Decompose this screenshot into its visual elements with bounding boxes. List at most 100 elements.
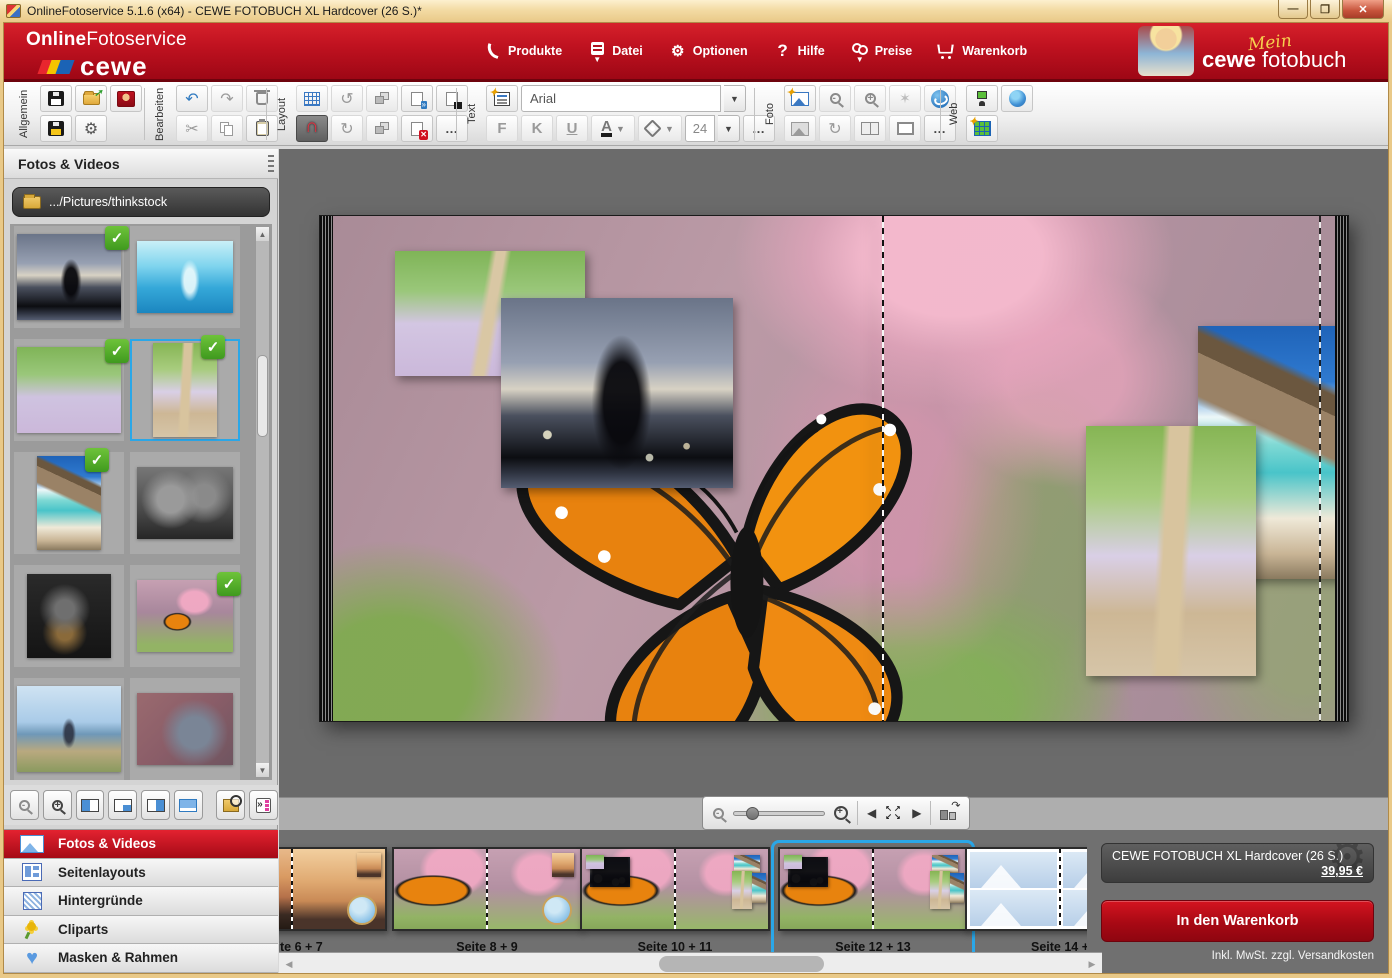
- italic-button[interactable]: K: [521, 115, 553, 142]
- rotate-right-button[interactable]: ↻: [331, 115, 363, 142]
- sidebar-item-seitenlayouts[interactable]: Seitenlayouts: [4, 859, 278, 888]
- open-button[interactable]: ➚: [75, 85, 107, 112]
- view-mode-3-button[interactable]: [141, 790, 170, 820]
- sort-pages-button[interactable]: [940, 806, 958, 821]
- paste-button[interactable]: [246, 115, 278, 142]
- zoom-slider-thumb[interactable]: [746, 807, 759, 820]
- magnet-snap-button[interactable]: ∩: [296, 115, 328, 142]
- scroll-down-arrow[interactable]: ▼: [256, 763, 269, 777]
- slideshow-button[interactable]: [966, 85, 998, 112]
- photo-effects-button[interactable]: [784, 115, 816, 142]
- sidebar-item-hintergr-nde[interactable]: Hintergründe: [4, 887, 278, 916]
- font-family-select[interactable]: Arial: [521, 85, 721, 112]
- page-thumb-seite-8-9[interactable]: Seite 8 + 9: [392, 847, 582, 954]
- previous-page-button[interactable]: ◀: [867, 806, 876, 820]
- photo-thumbnail-woman-on-beach[interactable]: [14, 678, 124, 780]
- menu-item-warenkorb[interactable]: Warenkorb: [938, 43, 1027, 59]
- scroll-right-arrow[interactable]: ▶: [1084, 957, 1100, 972]
- menu-item-produkte[interactable]: Produkte: [484, 43, 562, 59]
- photo-enhance-button[interactable]: ✶: [889, 85, 921, 112]
- hscrollbar-thumb[interactable]: [659, 956, 824, 972]
- layout-more-button[interactable]: …: [436, 115, 468, 142]
- photo-frame-button[interactable]: [889, 115, 921, 142]
- delete-page-button[interactable]: [401, 115, 433, 142]
- account-button[interactable]: [110, 85, 142, 112]
- photo-thumbnail-couple-at-night[interactable]: ✓: [14, 226, 124, 328]
- grid-button[interactable]: [296, 85, 328, 112]
- delete-button[interactable]: [246, 85, 278, 112]
- photo-thumbnail-bottle-in-sea[interactable]: [130, 226, 240, 328]
- inset-photo-forest-path[interactable]: [1086, 426, 1256, 676]
- underline-button[interactable]: U: [556, 115, 588, 142]
- menu-item-optionen[interactable]: ⚙Optionen: [669, 43, 748, 59]
- undo-button[interactable]: ↶: [176, 85, 208, 112]
- book-spread[interactable]: [320, 216, 1348, 721]
- add-map-button[interactable]: ✦: [966, 115, 998, 142]
- photo-compare-button[interactable]: [854, 115, 886, 142]
- inset-photo-couple[interactable]: [501, 298, 733, 488]
- photo-thumbnail-butterfly-on-flowers[interactable]: ✓: [130, 565, 240, 667]
- next-page-button[interactable]: ▶: [912, 806, 921, 820]
- zoom-in-icon[interactable]: +: [834, 806, 848, 820]
- page-thumb-seite-6-7[interactable]: Seite 6 + 7: [279, 847, 387, 954]
- fill-color-button[interactable]: ▼: [638, 115, 682, 142]
- cut-button[interactable]: ✂: [176, 115, 208, 142]
- web-globe-button[interactable]: [1001, 85, 1033, 112]
- font-size-select[interactable]: 24: [685, 115, 715, 142]
- copy-button[interactable]: [211, 115, 243, 142]
- menu-item-preise[interactable]: ▼Preise: [851, 41, 913, 62]
- photo-thumbnail-fuzzy-animals[interactable]: [130, 678, 240, 780]
- bold-button[interactable]: F: [486, 115, 518, 142]
- import-photos-button[interactable]: [249, 790, 278, 820]
- view-mode-1-button[interactable]: [76, 790, 105, 820]
- search-folder-button[interactable]: [216, 790, 245, 820]
- product-price-link[interactable]: 39,95 €: [1321, 864, 1363, 878]
- font-color-button[interactable]: A▼: [591, 115, 635, 142]
- photo-thumbnail-cat-upside-down[interactable]: [130, 452, 240, 554]
- zoom-slider[interactable]: [733, 811, 825, 816]
- photo-zoom-out-button[interactable]: -: [819, 85, 851, 112]
- save-as-button[interactable]: [40, 115, 72, 142]
- add-to-cart-button[interactable]: In den Warenkorb: [1101, 900, 1374, 942]
- sidebar-scrollbar[interactable]: ▲ ▼: [255, 226, 270, 778]
- redo-button[interactable]: ↷: [211, 85, 243, 112]
- scroll-left-arrow[interactable]: ◀: [281, 957, 297, 972]
- fit-to-window-button[interactable]: ↖↗↙↘: [885, 805, 903, 821]
- photo-thumbnail-forest-path[interactable]: ✓: [130, 339, 240, 441]
- menu-item-datei[interactable]: ▼Datei: [588, 41, 643, 62]
- rotate-left-button[interactable]: ↺: [331, 85, 363, 112]
- view-mode-all-button[interactable]: [174, 790, 203, 820]
- sidebar-item-cliparts[interactable]: Cliparts: [4, 916, 278, 945]
- maximize-button[interactable]: ❐: [1310, 0, 1340, 19]
- folder-path-button[interactable]: .../Pictures/thinkstock: [12, 187, 270, 217]
- photo-thumbnail-beach-driftwood[interactable]: ✓: [14, 452, 124, 554]
- photo-thumbnail-meadow-path[interactable]: ✓: [14, 339, 124, 441]
- font-size-dropdown[interactable]: ▼: [718, 115, 740, 142]
- spread-background-photo[interactable]: [333, 216, 1335, 721]
- save-button[interactable]: [40, 85, 72, 112]
- photo-zoom-in-button[interactable]: +: [854, 85, 886, 112]
- view-mode-2-button[interactable]: [108, 790, 137, 820]
- sidebar-item-masken-rahmen[interactable]: ♥Masken & Rahmen: [4, 944, 278, 973]
- zoom-out-icon[interactable]: -: [713, 808, 724, 819]
- close-button[interactable]: ✕: [1342, 0, 1384, 19]
- settings-button[interactable]: ⚙: [75, 115, 107, 142]
- page-thumb-seite-10-11[interactable]: Seite 10 + 11: [580, 847, 770, 954]
- panel-grip[interactable]: [268, 155, 274, 175]
- page-thumb-seite-12-13[interactable]: Seite 12 + 13: [778, 847, 968, 954]
- save-page-button[interactable]: [436, 85, 468, 112]
- thumbs-zoom-in-button[interactable]: +: [43, 790, 72, 820]
- horizontal-scrollbar[interactable]: ◀ ▶: [279, 952, 1102, 974]
- photo-thumbnail-kitten[interactable]: [14, 565, 124, 667]
- font-family-dropdown[interactable]: ▼: [724, 85, 746, 112]
- minimize-button[interactable]: —: [1278, 0, 1308, 19]
- add-textbox-button[interactable]: ✦: [486, 85, 518, 112]
- send-backward-button[interactable]: [366, 115, 398, 142]
- scrollbar-thumb[interactable]: [257, 355, 268, 437]
- bring-forward-button[interactable]: [366, 85, 398, 112]
- photo-rotate-button[interactable]: ↻: [819, 115, 851, 142]
- menu-item-hilfe[interactable]: ?Hilfe: [774, 43, 825, 59]
- thumbs-zoom-out-button[interactable]: -: [10, 790, 39, 820]
- insert-page-button[interactable]: [401, 85, 433, 112]
- sidebar-item-fotos-videos[interactable]: Fotos & Videos: [4, 830, 278, 859]
